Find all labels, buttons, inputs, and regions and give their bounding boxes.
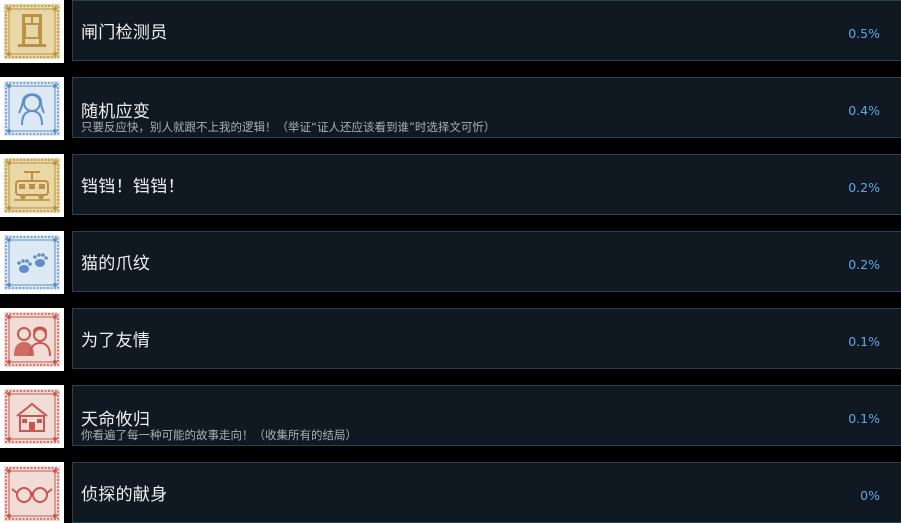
achievement-row[interactable]: 天命攸归 你看遍了每一种可能的故事走向！（收集所有的结局） 0.1% (0, 385, 901, 448)
glasses-icon (0, 462, 64, 523)
woman-portrait-icon (0, 77, 64, 140)
achievement-row[interactable]: 随机应变 只要反应快，别人就跟不上我的逻辑！（举证“证人还应该看到谁”时选择文可忻… (0, 77, 901, 140)
achievement-row[interactable]: 为了友情 0.1% (0, 308, 901, 371)
achievement-row[interactable]: 猫的爪纹 0.2% (0, 231, 901, 294)
achievement-row[interactable]: 闸门检测员 0.5% (0, 0, 901, 63)
achievement-card: 铛铛！铛铛！ 0.2% (72, 154, 901, 215)
achievement-list: 闸门检测员 0.5% 随机应变 只要反应快，别人就跟不上我的逻辑！（举证“证人还应该… (0, 0, 901, 523)
achievement-title: 侦探的献身 (81, 485, 168, 505)
friendship-portrait-icon (0, 308, 64, 371)
achievement-row[interactable]: 侦探的献身 0% (0, 462, 901, 523)
achievement-description: 你看遍了每一种可能的故事走向！（收集所有的结局） (81, 428, 357, 442)
achievement-row[interactable]: 铛铛！铛铛！ 0.2% (0, 154, 901, 217)
achievement-title: 闸门检测员 (81, 23, 168, 43)
achievement-card: 随机应变 只要反应快，别人就跟不上我的逻辑！（举证“证人还应该看到谁”时选择文可忻… (72, 77, 901, 138)
tram-icon (0, 154, 64, 217)
achievement-card: 为了友情 0.1% (72, 308, 901, 369)
achievement-card: 侦探的献身 0% (72, 462, 901, 523)
achievement-title: 猫的爪纹 (81, 254, 151, 274)
unlock-percentage: 0.4% (848, 103, 880, 118)
unlock-percentage: 0.2% (848, 257, 880, 272)
achievement-description: 只要反应快，别人就跟不上我的逻辑！（举证“证人还应该看到谁”时选择文可忻） (81, 120, 496, 134)
achievement-card: 猫的爪纹 0.2% (72, 231, 901, 292)
unlock-percentage: 0.1% (848, 411, 880, 426)
house-icon (0, 385, 64, 448)
unlock-percentage: 0% (860, 488, 880, 503)
unlock-percentage: 0.1% (848, 334, 880, 349)
achievement-title: 为了友情 (81, 331, 151, 351)
sluice-gate-icon (0, 0, 64, 63)
paw-prints-icon (0, 231, 64, 294)
achievement-title: 铛铛！铛铛！ (81, 177, 185, 197)
unlock-percentage: 0.2% (848, 180, 880, 195)
achievement-card: 闸门检测员 0.5% (72, 0, 901, 61)
achievement-card: 天命攸归 你看遍了每一种可能的故事走向！（收集所有的结局） 0.1% (72, 385, 901, 446)
unlock-percentage: 0.5% (848, 26, 880, 41)
